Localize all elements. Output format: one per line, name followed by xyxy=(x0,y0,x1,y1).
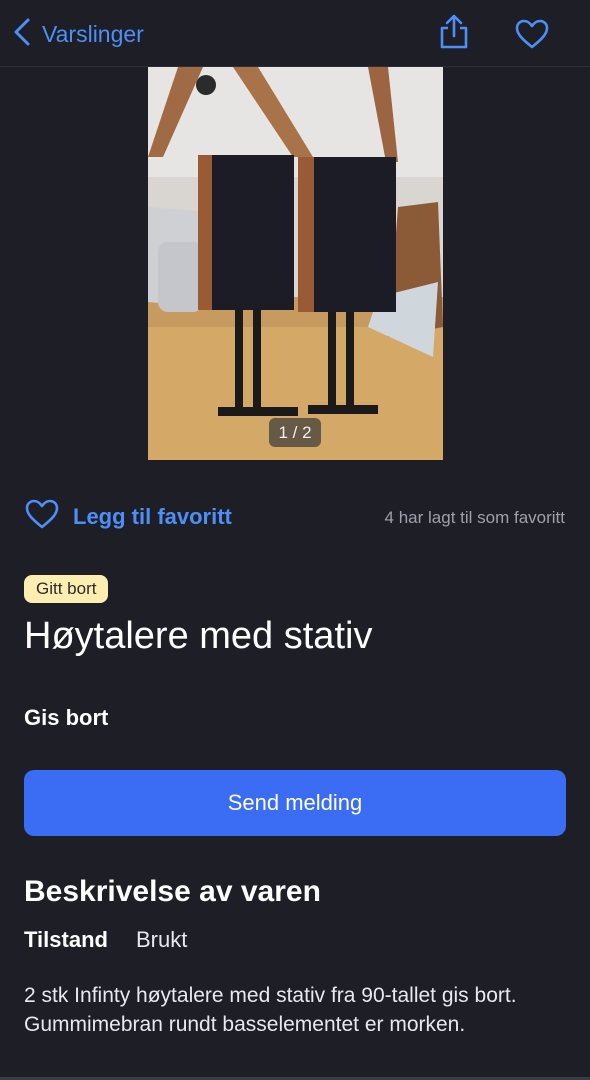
status-badge: Gitt bort xyxy=(24,575,109,603)
send-message-button[interactable]: Send melding xyxy=(24,770,566,836)
share-icon xyxy=(438,14,470,54)
add-to-favorites-button[interactable]: Legg til favoritt xyxy=(24,498,232,535)
back-label: Varslinger xyxy=(42,21,144,47)
description-heading: Beskrivelse av varen xyxy=(24,875,321,908)
photo-counter: 1 / 2 xyxy=(269,418,321,447)
listing-photo[interactable] xyxy=(148,67,443,460)
favorite-top-button[interactable] xyxy=(514,18,550,55)
back-button[interactable]: Varslinger xyxy=(12,17,144,52)
navigation-bar: Varslinger xyxy=(0,0,590,67)
listing-price: Gis bort xyxy=(24,705,109,730)
listing-title: Høytalere med stativ xyxy=(24,615,373,657)
heart-outline-icon xyxy=(514,19,550,54)
condition-value: Brukt xyxy=(136,927,188,952)
heart-outline-icon xyxy=(24,498,60,535)
add-to-favorites-label: Legg til favoritt xyxy=(73,503,232,529)
favorite-count: 4 har lagt til som favoritt xyxy=(384,508,565,527)
share-button[interactable] xyxy=(438,14,470,55)
chevron-left-icon xyxy=(12,17,32,52)
condition-label: Tilstand xyxy=(24,927,108,952)
description-text: 2 stk Infinty høytalere med stativ fra 9… xyxy=(24,984,517,1036)
